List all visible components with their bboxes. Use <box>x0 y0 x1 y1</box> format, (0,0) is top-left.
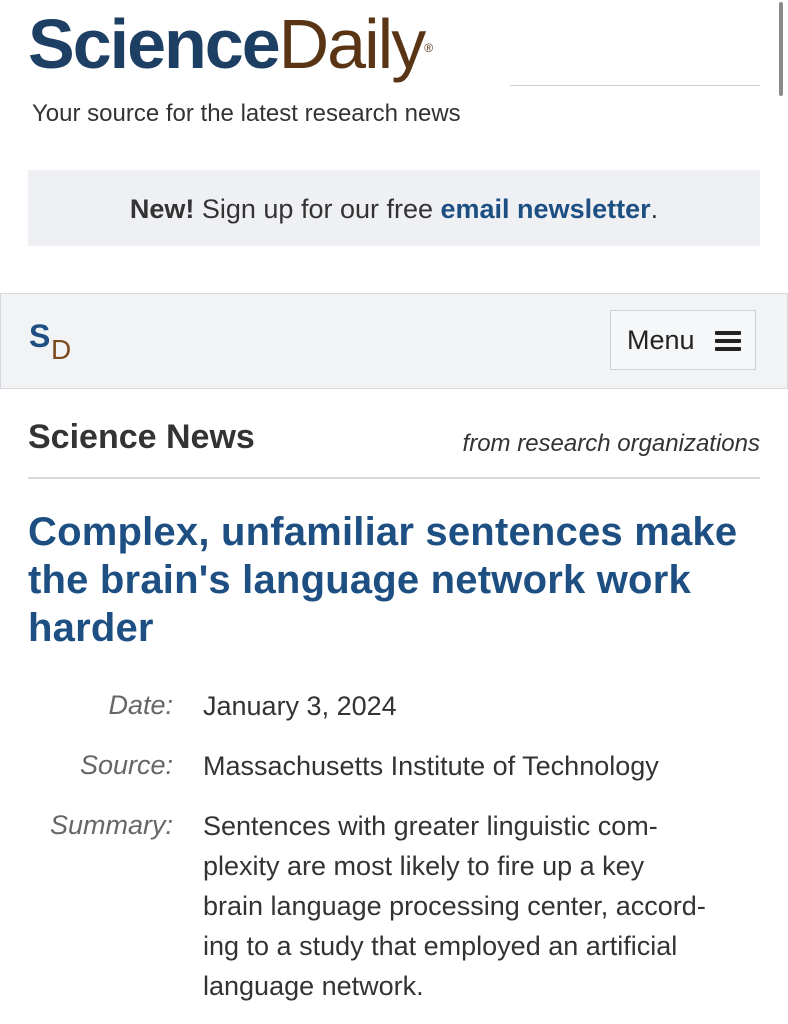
section-divider <box>28 477 760 479</box>
newsletter-banner: New! Sign up for our free email newslett… <box>28 170 760 246</box>
summary-line: brain language processing center, accord… <box>203 891 706 921</box>
date-value: January 3, 2024 <box>203 691 397 721</box>
newsletter-period: . <box>650 194 659 224</box>
source-label: Source: <box>79 750 173 780</box>
logo-science-text: Science <box>28 5 281 83</box>
summary-line: Sentences with greater linguistic com- <box>203 811 658 841</box>
summary-value: Sentences with greater linguistic com- p… <box>203 806 763 1006</box>
summary-line: plexity are most likely to fire up a key <box>203 851 645 881</box>
date-label: Date: <box>108 690 173 720</box>
newsletter-link[interactable]: email newsletter <box>441 194 651 224</box>
summary-line: ing to a study that employed an artifici… <box>203 931 678 961</box>
registered-mark: ® <box>424 41 434 55</box>
tagline: Your source for the latest research news <box>32 100 461 127</box>
scrollbar[interactable] <box>779 2 783 96</box>
sd-logo[interactable]: S D <box>29 318 79 365</box>
source-value: Massachusetts Institute of Technology <box>203 751 659 781</box>
sciencedaily-logo[interactable]: ScienceDaily® <box>28 0 433 88</box>
sd-logo-d: D <box>51 334 72 365</box>
logo-divider <box>510 85 760 86</box>
menu-label: Menu <box>627 325 695 355</box>
section-subtitle: from research organizations <box>462 430 760 457</box>
sd-logo-s: S <box>29 318 51 354</box>
hamburger-icon <box>715 331 741 351</box>
summary-line: language network. <box>203 971 424 1001</box>
article-headline: Complex, unfamiliar sentences make the b… <box>28 510 738 650</box>
logo-daily-text: Daily <box>278 5 427 83</box>
navbar: S D Menu <box>0 293 788 389</box>
section-title: Science News <box>28 418 255 456</box>
summary-label: Summary: <box>49 810 173 840</box>
newsletter-new-label: New! <box>129 194 195 224</box>
menu-button[interactable]: Menu <box>610 310 756 370</box>
newsletter-text: Sign up for our free <box>194 194 441 224</box>
